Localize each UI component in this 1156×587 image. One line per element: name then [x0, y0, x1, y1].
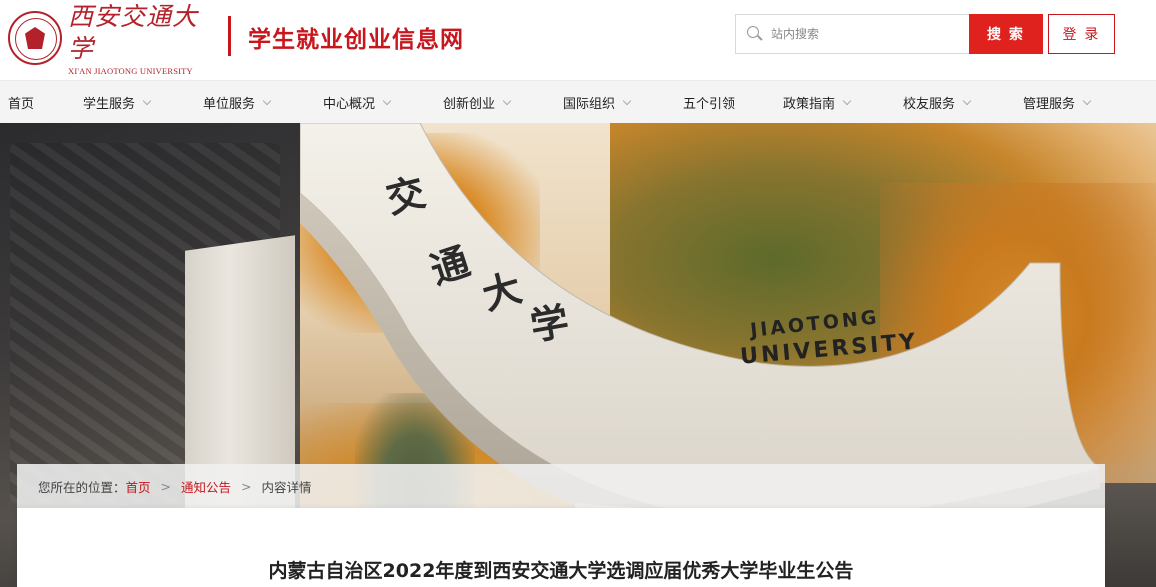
- university-logo[interactable]: 西安交通大学 XI'AN JIAOTONG UNIVERSITY: [8, 2, 214, 76]
- search-button[interactable]: 搜 索: [969, 14, 1043, 54]
- search-input[interactable]: [771, 27, 961, 41]
- breadcrumb: 您所在的位置： 首页 > 通知公告 > 内容详情: [17, 464, 1105, 508]
- logo-divider: [228, 16, 231, 56]
- nav-item-student-services[interactable]: 学生服务: [83, 81, 152, 124]
- nav-item-label: 校友服务: [903, 97, 956, 112]
- nav-item-label: 政策指南: [783, 97, 836, 112]
- logo-text: 西安交通大学 XI'AN JIAOTONG UNIVERSITY: [68, 1, 214, 76]
- chevron-down-icon: [842, 96, 852, 105]
- breadcrumb-notice-link[interactable]: 通知公告: [181, 477, 231, 496]
- chevron-down-icon: [1082, 96, 1092, 105]
- nav-item-international-orgs[interactable]: 国际组织: [563, 81, 632, 124]
- nav-item-employer-services[interactable]: 单位服务: [203, 81, 272, 124]
- logo-chinese-name: 西安交通大学: [68, 1, 199, 63]
- site-title: 学生就业创业信息网: [248, 27, 464, 53]
- nav-item-home[interactable]: 首页: [8, 81, 34, 124]
- nav-item-label: 首页: [8, 97, 35, 112]
- article-title: 内蒙古自治区2022年度到西安交通大学选调应届优秀大学毕业生公告: [268, 560, 854, 582]
- university-seal-icon: [8, 11, 62, 65]
- nav-item-label: 国际组织: [563, 97, 616, 112]
- nav-item-admin-services[interactable]: 管理服务: [1023, 81, 1092, 124]
- nav-item-label: 五个引领: [683, 97, 736, 112]
- logo-english-name: XI'AN JIAOTONG UNIVERSITY: [68, 65, 193, 76]
- chevron-down-icon: [622, 96, 632, 105]
- nav-item-five-leads[interactable]: 五个引领: [683, 81, 735, 124]
- breadcrumb-current: 内容详情: [261, 479, 312, 495]
- nav-item-label: 学生服务: [83, 97, 136, 112]
- nav-item-label: 单位服务: [203, 97, 256, 112]
- nav-item-innovation[interactable]: 创新创业: [443, 81, 512, 124]
- nav-item-label: 管理服务: [1023, 97, 1076, 112]
- nav-item-alumni-services[interactable]: 校友服务: [903, 81, 972, 124]
- nav-item-policy-guide[interactable]: 政策指南: [783, 81, 852, 124]
- nav-item-center-overview[interactable]: 中心概况: [323, 81, 392, 124]
- breadcrumb-separator: >: [241, 478, 252, 494]
- chevron-down-icon: [382, 96, 392, 105]
- login-button[interactable]: 登 录: [1048, 14, 1115, 54]
- nav-item-label: 创新创业: [443, 97, 496, 112]
- nav-item-label: 中心概况: [323, 97, 376, 112]
- breadcrumb-home-link[interactable]: 首页: [126, 477, 151, 496]
- search-icon: [747, 26, 763, 42]
- search-box: [735, 14, 971, 54]
- article-card: 内蒙古自治区2022年度到西安交通大学选调应届优秀大学毕业生公告: [17, 508, 1105, 587]
- breadcrumb-separator: >: [160, 478, 172, 494]
- breadcrumb-prefix: 您所在的位置：: [38, 479, 126, 495]
- chevron-down-icon: [142, 96, 152, 105]
- chevron-down-icon: [502, 96, 512, 105]
- main-nav: 首页 学生服务 单位服务 中心概况 创新创业 国际组织 五个引领 政策指南 校友…: [0, 80, 1156, 123]
- site-header: 西安交通大学 XI'AN JIAOTONG UNIVERSITY 学生就业创业信…: [0, 0, 1156, 80]
- chevron-down-icon: [262, 96, 272, 105]
- chevron-down-icon: [962, 96, 972, 105]
